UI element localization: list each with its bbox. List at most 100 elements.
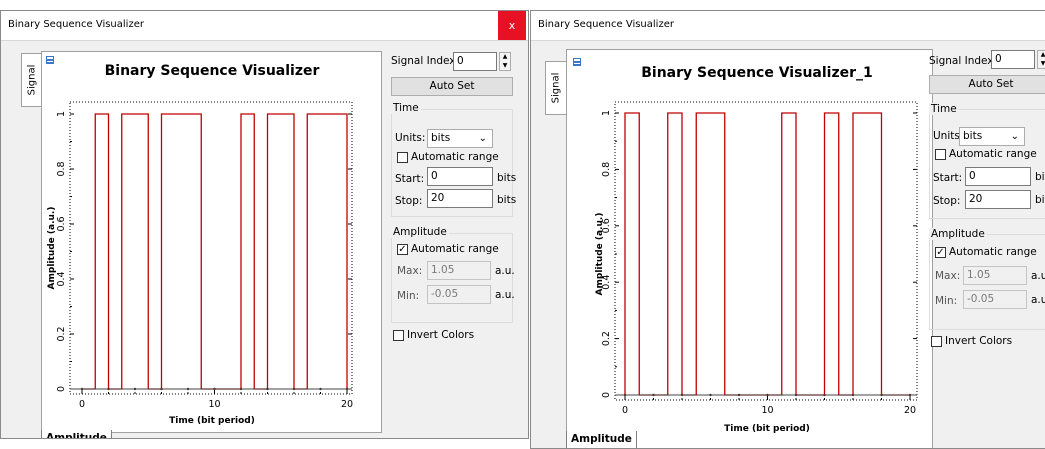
time-auto-range-checkbox[interactable] bbox=[397, 152, 408, 163]
spin-up-icon[interactable]: ▲ bbox=[1038, 51, 1045, 59]
stop-field[interactable]: 20 bbox=[427, 189, 493, 208]
y-tick-label: 0.2 bbox=[56, 326, 67, 341]
y-tick-label: 0 bbox=[56, 386, 67, 392]
min-unit: a.u. bbox=[1031, 294, 1045, 306]
signal-index-field[interactable]: 0 bbox=[453, 52, 497, 71]
signal-index-field[interactable]: 0 bbox=[991, 50, 1035, 69]
stop-label: Stop: bbox=[395, 195, 423, 207]
y-tick-label: 0.8 bbox=[56, 161, 67, 176]
plot-area bbox=[614, 101, 918, 401]
start-field[interactable]: 0 bbox=[965, 167, 1031, 186]
signal-index-label: Signal Index: bbox=[929, 55, 998, 67]
x-tick-label: 10 bbox=[761, 405, 773, 416]
invert-colors-checkbox[interactable] bbox=[931, 336, 942, 347]
time-group-label: Time bbox=[929, 103, 959, 115]
invert-colors-label: Invert Colors bbox=[945, 335, 1013, 347]
visualizer-window-2: Binary Sequence Visualizer Signal Binary… bbox=[530, 10, 1045, 449]
chart-logo-icon bbox=[46, 56, 54, 64]
control-panel: Signal Index: 0 ▲ ▼ Auto Set Time Units: … bbox=[929, 49, 1045, 359]
y-axis-label: Amplitude (a.u.) bbox=[47, 207, 57, 290]
signal-index-label: Signal Index: bbox=[391, 55, 460, 67]
amplitude-chart: Binary Sequence Visualizer 0 0.2 0.4 0.6 0.8… bbox=[46, 56, 353, 426]
x-tick-label: 20 bbox=[341, 399, 353, 410]
window-titlebar[interactable]: Binary Sequence Visualizer bbox=[531, 11, 1045, 41]
signal-side-tab[interactable]: Signal bbox=[545, 61, 566, 115]
invert-colors-label: Invert Colors bbox=[407, 329, 475, 341]
amp-auto-range-checkbox[interactable]: ✓ bbox=[397, 244, 408, 255]
amplitude-tab[interactable]: Amplitude bbox=[41, 430, 112, 438]
min-label: Min: bbox=[397, 290, 420, 302]
min-field[interactable]: -0.05 bbox=[427, 285, 491, 304]
amp-auto-range-label: Automatic range bbox=[949, 246, 1037, 258]
chart-title: Binary Sequence Visualizer bbox=[105, 63, 320, 79]
control-panel: Signal Index: 0 ▲ ▼ Auto Set Time Units: … bbox=[391, 51, 523, 351]
x-tick-label: 10 bbox=[208, 399, 220, 410]
invert-colors-checkbox[interactable] bbox=[393, 330, 404, 341]
auto-set-button[interactable]: Auto Set bbox=[391, 77, 513, 96]
y-tick-label: 0 bbox=[601, 392, 612, 398]
x-tick-label: 0 bbox=[622, 405, 628, 416]
units-select[interactable]: bits ⌄ bbox=[427, 129, 493, 148]
units-select[interactable]: bits ⌄ bbox=[959, 127, 1025, 146]
start-unit: bits bbox=[497, 172, 517, 184]
signal-side-tab[interactable]: Signal bbox=[21, 53, 42, 107]
close-button[interactable]: x bbox=[498, 11, 526, 40]
chart-title: Binary Sequence Visualizer_1 bbox=[641, 65, 873, 81]
start-field[interactable]: 0 bbox=[427, 167, 493, 186]
chart-logo-icon bbox=[573, 58, 581, 66]
max-field[interactable]: 1.05 bbox=[427, 261, 491, 280]
x-tick-label: 0 bbox=[79, 399, 85, 410]
min-label: Min: bbox=[935, 295, 958, 307]
start-label: Start: bbox=[395, 173, 425, 185]
spin-down-icon[interactable]: ▼ bbox=[500, 62, 510, 70]
stop-unit: bits bbox=[1035, 194, 1045, 206]
units-label: Units: bbox=[395, 132, 426, 144]
amp-auto-range-checkbox[interactable]: ✓ bbox=[935, 247, 946, 258]
time-auto-range-label: Automatic range bbox=[411, 151, 499, 163]
plot-panel: Binary Sequence Visualizer 0 0.2 0.4 0.6 0.8… bbox=[41, 51, 382, 438]
plot-panel: Binary Sequence Visualizer_1 0 0.2 0.4 0.6 0… bbox=[566, 49, 933, 448]
max-label: Max: bbox=[935, 270, 961, 282]
max-label: Max: bbox=[397, 265, 423, 277]
start-label: Start: bbox=[933, 172, 963, 184]
amplitude-tab[interactable]: Amplitude bbox=[566, 431, 637, 448]
amplitude-group-label: Amplitude bbox=[391, 226, 449, 238]
chevron-down-icon: ⌄ bbox=[1010, 131, 1019, 142]
window-title: Binary Sequence Visualizer bbox=[8, 19, 144, 30]
max-unit: a.u. bbox=[495, 265, 515, 277]
chevron-down-icon: ⌄ bbox=[478, 133, 487, 144]
y-tick-label: 0.8 bbox=[601, 162, 612, 177]
time-group-label: Time bbox=[391, 102, 421, 114]
y-tick-label: 0.6 bbox=[56, 216, 67, 231]
y-tick-label: 0.2 bbox=[601, 331, 612, 346]
x-axis-label: Time (bit period) bbox=[169, 416, 255, 426]
y-tick-label: 1 bbox=[601, 110, 612, 116]
time-auto-range-label: Automatic range bbox=[949, 148, 1037, 160]
plot-area bbox=[69, 101, 353, 395]
window-titlebar[interactable]: Binary Sequence Visualizer x bbox=[1, 11, 528, 41]
x-tick-label: 20 bbox=[904, 405, 916, 416]
start-unit: bits bbox=[1035, 171, 1045, 183]
amp-auto-range-label: Automatic range bbox=[411, 243, 499, 255]
amplitude-chart: Binary Sequence Visualizer_1 00.20.40.60… bbox=[573, 58, 918, 434]
auto-set-button[interactable]: Auto Set bbox=[929, 75, 1045, 94]
signal-index-spinner[interactable]: ▲ ▼ bbox=[499, 52, 511, 71]
time-auto-range-checkbox[interactable] bbox=[935, 149, 946, 160]
window-title: Binary Sequence Visualizer bbox=[538, 19, 674, 30]
spin-down-icon[interactable]: ▼ bbox=[1038, 60, 1045, 68]
stop-field[interactable]: 20 bbox=[965, 190, 1031, 209]
min-unit: a.u. bbox=[495, 289, 515, 301]
y-axis-label: Amplitude (a.u.) bbox=[595, 213, 605, 296]
spin-up-icon[interactable]: ▲ bbox=[500, 53, 510, 61]
amplitude-group-label: Amplitude bbox=[929, 228, 987, 240]
visualizer-window-1: Binary Sequence Visualizer x Signal Bina… bbox=[0, 10, 529, 439]
signal-index-spinner[interactable]: ▲ ▼ bbox=[1037, 50, 1045, 69]
stop-unit: bits bbox=[497, 194, 517, 206]
max-field[interactable]: 1.05 bbox=[963, 266, 1027, 285]
y-tick-label: 0.4 bbox=[56, 271, 67, 286]
max-unit: a.u. bbox=[1031, 270, 1045, 282]
min-field[interactable]: -0.05 bbox=[963, 290, 1027, 309]
y-tick-label: 1 bbox=[56, 111, 67, 117]
stop-label: Stop: bbox=[933, 195, 961, 207]
x-axis-label: Time (bit period) bbox=[724, 424, 810, 434]
